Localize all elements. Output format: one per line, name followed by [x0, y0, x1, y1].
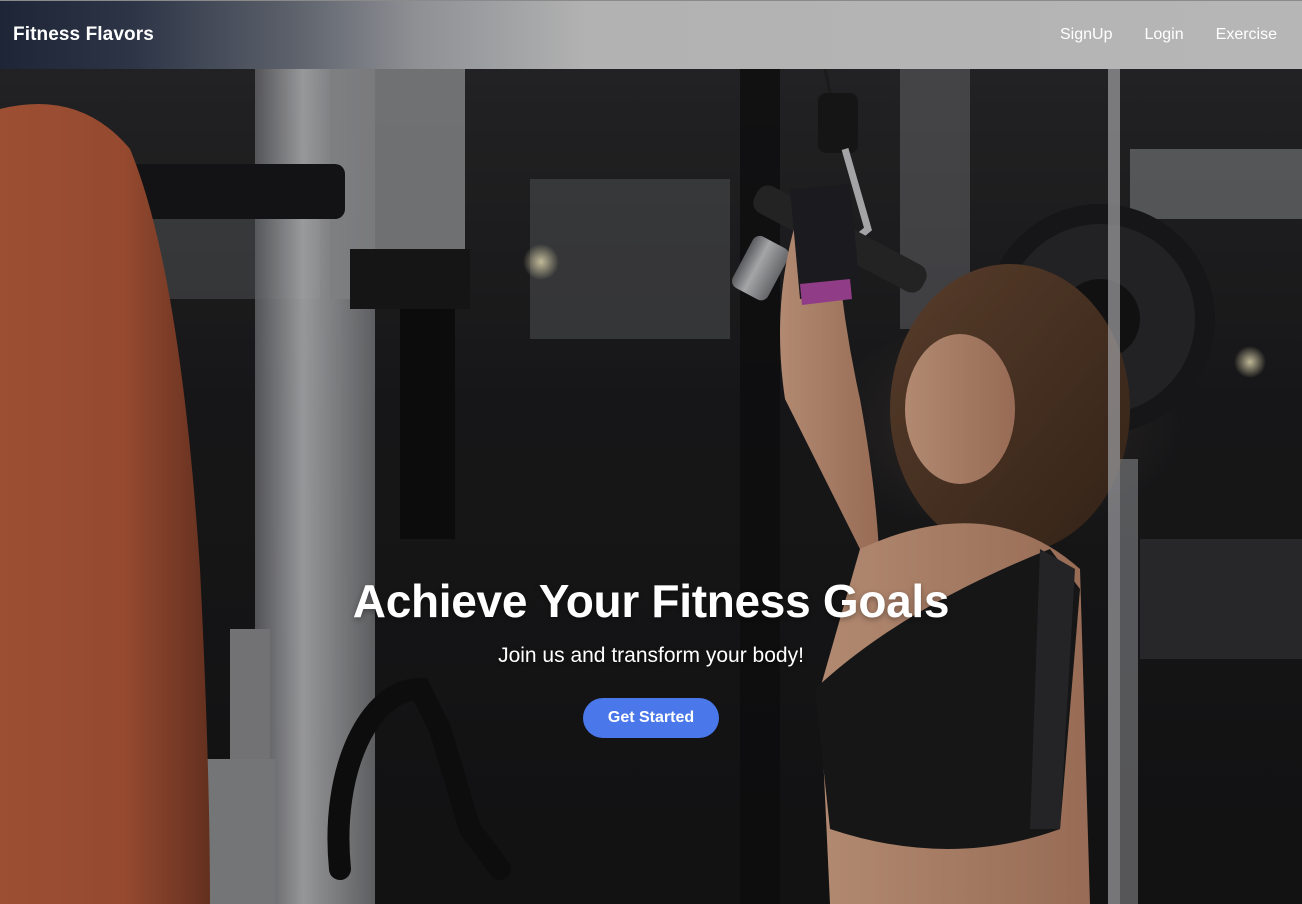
top-navbar: Fitness Flavors SignUp Login Exercise — [0, 0, 1302, 69]
nav-link-login[interactable]: Login — [1144, 26, 1183, 44]
hero-content: Achieve Your Fitness Goals Join us and t… — [0, 574, 1302, 738]
nav-link-signup[interactable]: SignUp — [1060, 26, 1112, 44]
hero-title: Achieve Your Fitness Goals — [352, 575, 950, 627]
hero-section: Achieve Your Fitness Goals Join us and t… — [0, 69, 1302, 904]
landing-page: Fitness Flavors SignUp Login Exercise Ac… — [0, 0, 1302, 904]
hero-overlay — [0, 69, 1302, 904]
hero-subtitle: Join us and transform your body! — [498, 644, 804, 667]
get-started-button[interactable]: Get Started — [583, 698, 719, 738]
nav-link-exercise[interactable]: Exercise — [1216, 26, 1277, 44]
nav-links: SignUp Login Exercise — [1060, 26, 1289, 44]
brand-logo[interactable]: Fitness Flavors — [13, 24, 154, 46]
